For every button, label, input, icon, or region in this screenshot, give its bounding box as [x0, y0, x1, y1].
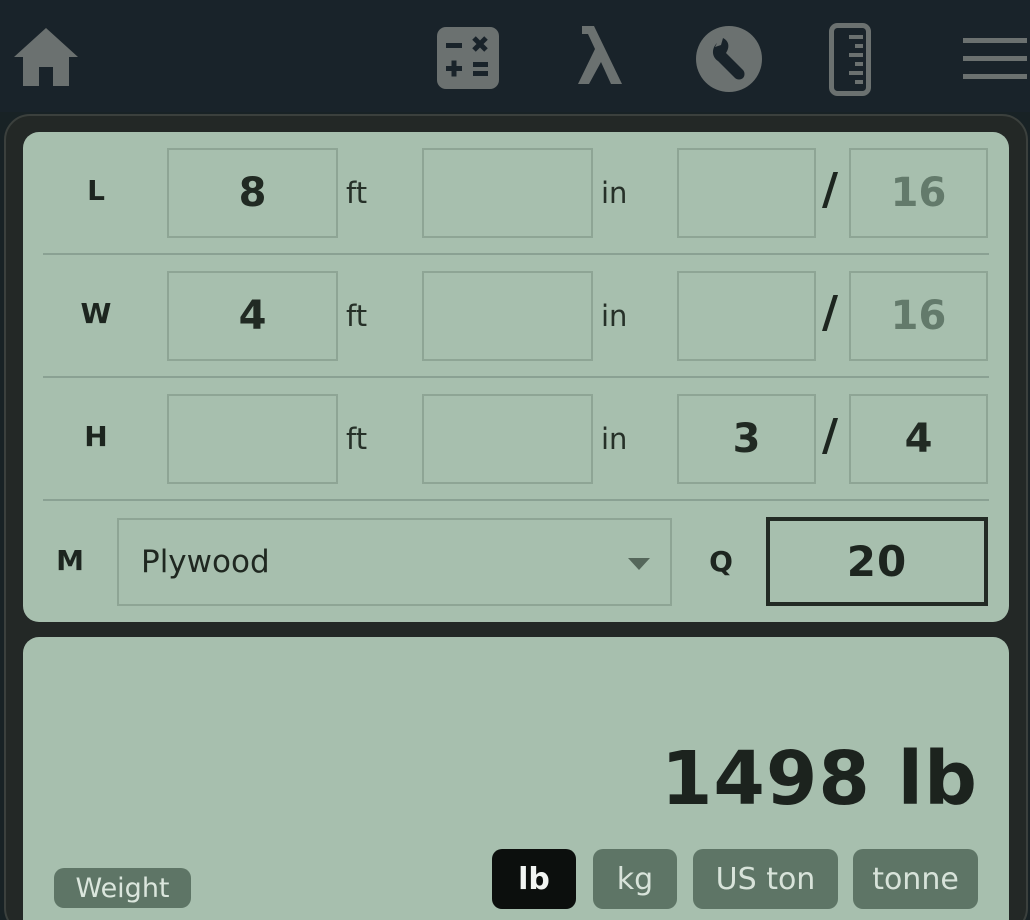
result-value: 1498 lb: [660, 736, 978, 822]
length-fraction-numerator-input[interactable]: [677, 148, 816, 238]
width-fraction-numerator-input[interactable]: [677, 271, 816, 361]
menu-icon[interactable]: [963, 38, 1027, 80]
row-divider: [43, 253, 989, 255]
height-feet-unit: ft: [346, 422, 368, 456]
width-inches-input[interactable]: [422, 271, 593, 361]
length-feet-input[interactable]: 8: [167, 148, 338, 238]
width-fraction-denominator-input[interactable]: 16: [849, 271, 988, 361]
width-feet-unit: ft: [346, 299, 368, 333]
home-icon[interactable]: [12, 26, 80, 88]
lambda-icon[interactable]: [574, 22, 628, 88]
length-inches-unit: in: [601, 176, 628, 210]
unit-button-tonne[interactable]: tonne: [853, 849, 978, 909]
height-inches-input[interactable]: [422, 394, 593, 484]
row-divider: [43, 376, 989, 378]
height-label: H: [84, 420, 108, 453]
width-label: W: [80, 297, 112, 330]
material-selected-value: Plywood: [141, 544, 270, 580]
quantity-label: Q: [709, 545, 733, 578]
height-fraction-numerator-input[interactable]: 3: [677, 394, 816, 484]
top-nav-bar: [0, 0, 1030, 112]
width-fraction-separator: /: [822, 287, 839, 338]
unit-button-us-ton[interactable]: US ton: [693, 849, 838, 909]
ruler-icon[interactable]: [829, 23, 871, 96]
calculator-icon[interactable]: [437, 27, 499, 89]
height-inches-unit: in: [601, 422, 628, 456]
unit-button-kg[interactable]: kg: [593, 849, 677, 909]
length-fraction-separator: /: [822, 164, 839, 215]
length-feet-unit: ft: [346, 176, 368, 210]
material-label: M: [56, 544, 84, 577]
unit-button-lb[interactable]: lb: [492, 849, 576, 909]
width-inches-unit: in: [601, 299, 628, 333]
height-feet-input[interactable]: [167, 394, 338, 484]
wrench-icon[interactable]: [695, 25, 763, 93]
quantity-input[interactable]: 20: [766, 517, 988, 606]
length-fraction-denominator-input[interactable]: 16: [849, 148, 988, 238]
width-feet-input[interactable]: 4: [167, 271, 338, 361]
dropdown-caret-icon: [628, 558, 650, 570]
length-label: L: [87, 174, 105, 207]
height-fraction-separator: /: [822, 410, 839, 461]
row-divider: [43, 499, 989, 501]
height-fraction-denominator-input[interactable]: 4: [849, 394, 988, 484]
result-kind-badge: Weight: [54, 868, 191, 908]
length-inches-input[interactable]: [422, 148, 593, 238]
material-select[interactable]: Plywood: [117, 518, 672, 606]
